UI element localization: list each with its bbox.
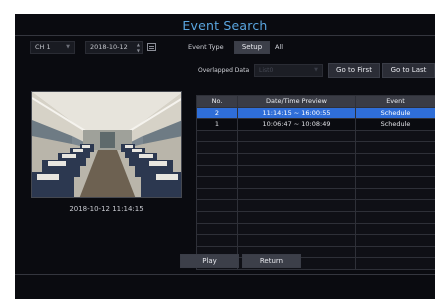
row-datetime: 10:06:47 ~ 10:08:49 [237,118,356,131]
empty-row [196,199,435,212]
empty-row [196,234,435,247]
channel-select-value: CH 1 [35,43,51,51]
row-datetime: 11:14:15 ~ 16:00:55 [237,106,356,120]
table-header-row: No. Date/Time Preview Event [196,95,435,108]
event-search-screen: Event Search CH 1 ▼ 2018-10-12 ▲ ▼ Event … [15,14,435,299]
date-spinner-icon[interactable]: ▲ ▼ [137,42,140,53]
empty-row [196,164,435,178]
row-no: 1 [196,118,238,131]
return-button[interactable]: Return [242,254,301,268]
go-to-first-button[interactable]: Go to First [328,63,380,78]
event-list-table: No. Date/Time Preview Event 2 11:14:15 ~… [196,95,435,270]
empty-row [196,152,435,166]
column-header-no: No. [196,95,238,108]
row-event: Schedule [355,118,435,131]
empty-row [196,222,435,236]
column-header-event: Event [355,95,435,108]
page-title: Event Search [182,18,268,33]
preview-timestamp: 2018-10-12 11:14:15 [69,205,144,213]
play-button[interactable]: Play [180,254,239,268]
table-row[interactable]: 2 11:14:15 ~ 16:00:55 Schedule [196,106,435,120]
overlapped-data-label: Overlapped Data [198,67,250,74]
overlapped-data-value: List0 [259,67,274,74]
table-row[interactable]: 1 10:06:47 ~ 10:08:49 Schedule [196,118,435,131]
footer-divider [15,274,435,275]
date-field-value: 2018-10-12 [90,43,128,51]
empty-row [196,176,435,189]
chevron-down-icon: ▼ [314,67,318,73]
train-interior-image [32,92,181,197]
row-no: 2 [196,106,238,120]
date-field[interactable]: 2018-10-12 ▲ ▼ [85,41,143,54]
overlapped-data-select: List0 ▼ [254,64,323,77]
preview-thumbnail [31,91,182,198]
empty-row [196,187,435,201]
event-type-label: Event Type [188,43,224,51]
column-header-datetime: Date/Time Preview [237,95,356,108]
row-event: Schedule [355,106,435,120]
event-type-value: All [275,43,284,51]
calendar-icon[interactable] [147,43,156,51]
empty-row [196,210,435,224]
empty-row [196,129,435,143]
chevron-down-icon: ▼ [66,44,70,50]
title-divider [15,35,435,36]
setup-button[interactable]: Setup [234,41,270,54]
empty-row [196,141,435,154]
go-to-last-button[interactable]: Go to Last [382,63,435,78]
channel-select[interactable]: CH 1 ▼ [30,41,75,54]
